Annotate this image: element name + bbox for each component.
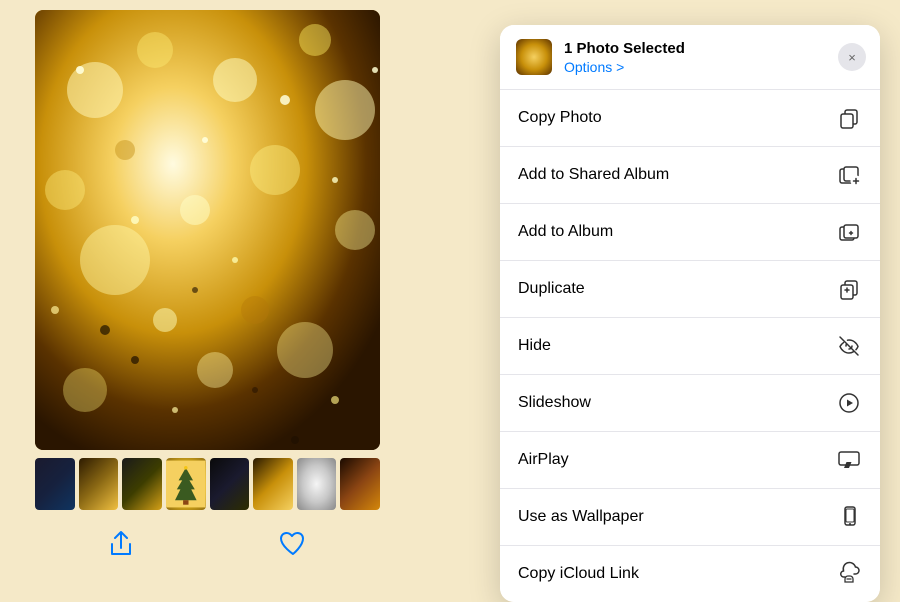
slideshow-icon — [836, 390, 862, 416]
thumbnail-8[interactable] — [340, 458, 380, 510]
menu-header: 1 Photo Selected Options > × — [500, 25, 880, 90]
thumbnail-5[interactable] — [210, 458, 250, 510]
slideshow-label: Slideshow — [518, 394, 591, 412]
menu-item-airplay[interactable]: AirPlay — [500, 432, 880, 489]
hide-icon — [836, 333, 862, 359]
airplay-icon — [836, 447, 862, 473]
thumbnail-1[interactable] — [35, 458, 75, 510]
close-button[interactable]: × — [838, 43, 866, 71]
thumbnail-strip — [35, 458, 380, 510]
duplicate-label: Duplicate — [518, 280, 585, 298]
main-photo — [35, 10, 380, 450]
menu-item-duplicate[interactable]: Duplicate — [500, 261, 880, 318]
thumbnail-3[interactable] — [122, 458, 162, 510]
menu-item-slideshow[interactable]: Slideshow — [500, 375, 880, 432]
bottom-actions — [35, 522, 380, 566]
use-as-wallpaper-icon — [836, 504, 862, 530]
menu-item-use-as-wallpaper[interactable]: Use as Wallpaper — [500, 489, 880, 546]
hide-label: Hide — [518, 337, 551, 355]
thumbnail-4[interactable] — [166, 458, 206, 510]
use-as-wallpaper-label: Use as Wallpaper — [518, 508, 644, 526]
thumbnail-2[interactable] — [79, 458, 119, 510]
menu-item-add-album[interactable]: Add to Album — [500, 204, 880, 261]
thumbnail-6[interactable] — [253, 458, 293, 510]
menu-item-hide[interactable]: Hide — [500, 318, 880, 375]
thumbnail-7[interactable] — [297, 458, 337, 510]
share-button[interactable] — [100, 522, 142, 566]
header-title: 1 Photo Selected — [564, 39, 685, 59]
header-text: 1 Photo Selected Options > — [564, 39, 685, 75]
options-link[interactable]: Options > — [564, 59, 685, 75]
menu-item-add-shared-album[interactable]: Add to Shared Album — [500, 147, 880, 204]
add-album-label: Add to Album — [518, 223, 613, 241]
copy-photo-label: Copy Photo — [518, 109, 602, 127]
add-album-icon — [836, 219, 862, 245]
copy-icloud-link-label: Copy iCloud Link — [518, 565, 639, 583]
copy-icloud-link-icon — [836, 561, 862, 587]
duplicate-icon — [836, 276, 862, 302]
menu-item-copy-photo[interactable]: Copy Photo — [500, 90, 880, 147]
copy-photo-icon — [836, 105, 862, 131]
photo-area — [0, 0, 415, 600]
context-menu: 1 Photo Selected Options > × Copy Photo … — [500, 25, 880, 602]
menu-item-copy-icloud-link[interactable]: Copy iCloud Link — [500, 546, 880, 602]
add-shared-album-label: Add to Shared Album — [518, 166, 669, 184]
add-shared-album-icon — [836, 162, 862, 188]
header-thumbnail — [516, 39, 552, 75]
airplay-label: AirPlay — [518, 451, 569, 469]
favorite-button[interactable] — [271, 522, 315, 566]
